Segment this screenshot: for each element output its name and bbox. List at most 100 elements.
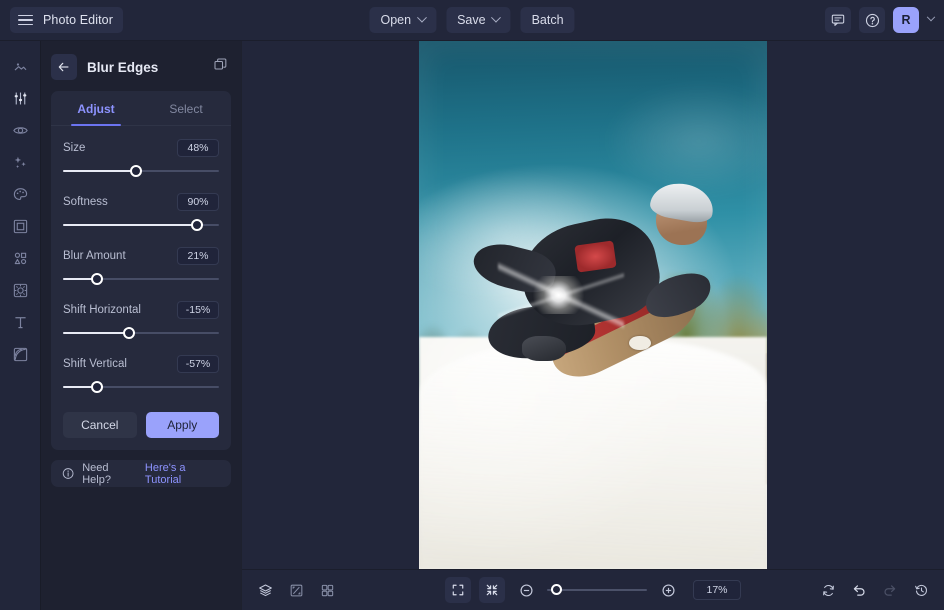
feedback-button[interactable] [825, 7, 851, 33]
hamburger-icon [18, 14, 33, 26]
open-button[interactable]: Open [369, 7, 437, 33]
slider-value-input[interactable]: -57% [177, 355, 219, 373]
slider-track[interactable] [63, 216, 219, 234]
tab-select[interactable]: Select [141, 91, 231, 125]
tool-rail [0, 41, 41, 610]
chevron-down-icon [491, 12, 502, 23]
help-tutorial-banner[interactable]: Need Help? Here's a Tutorial [51, 460, 231, 487]
refresh-icon [822, 584, 834, 596]
zoom-slider-handle[interactable] [550, 584, 562, 595]
slider-value-input[interactable]: 21% [177, 247, 219, 265]
app-title: Photo Editor [43, 13, 113, 27]
slider-handle[interactable] [191, 219, 204, 231]
sidebar-item-adjust[interactable] [5, 83, 35, 113]
sliders-icon [14, 92, 26, 104]
question-circle-icon [865, 13, 879, 27]
slider-label: Shift Vertical [63, 358, 127, 370]
sidebar-item-effects[interactable] [5, 115, 35, 145]
apply-button[interactable]: Apply [145, 412, 219, 438]
zoom-in-button[interactable] [655, 577, 681, 603]
compare-button[interactable] [283, 577, 309, 603]
minus-circle-icon [519, 583, 533, 597]
shapes-icon [14, 252, 26, 264]
sticker-icon [13, 283, 27, 297]
history-button[interactable] [908, 577, 934, 603]
photo-editor-window: Photo Editor Open Save Batch R Blur Edge… [0, 0, 944, 610]
sun-flare-rays [497, 259, 625, 332]
grid-button[interactable] [314, 577, 340, 603]
history-clock-icon [914, 584, 927, 596]
sidebar-item-stickers[interactable] [5, 275, 35, 305]
zoom-slider-track[interactable] [547, 582, 647, 598]
chevron-down-icon [416, 12, 427, 23]
slider-fill [63, 170, 137, 172]
avatar[interactable]: R [893, 7, 919, 33]
canvas-tools-group [252, 577, 340, 603]
sidebar-item-frames[interactable] [5, 211, 35, 241]
chat-bubble-icon [831, 14, 845, 26]
sidebar-item-overlays[interactable] [5, 339, 35, 369]
sidebar-item-color[interactable] [5, 179, 35, 209]
help-button[interactable] [859, 7, 885, 33]
slider-handle[interactable] [122, 327, 135, 339]
collapse-arrows-icon [486, 584, 498, 596]
slider-track[interactable] [63, 324, 219, 342]
slider-size: Size 48% [63, 139, 219, 180]
slider-track[interactable] [63, 378, 219, 396]
plus-circle-icon [661, 583, 675, 597]
sidebar-item-shapes[interactable] [5, 243, 35, 273]
zoom-controls-group: 17% [445, 577, 741, 603]
slider-value-input[interactable]: 90% [177, 193, 219, 211]
layers-icon [258, 583, 272, 596]
save-button[interactable]: Save [446, 7, 511, 33]
copy-layers-icon [214, 58, 227, 70]
slider-value-input[interactable]: 48% [177, 139, 219, 157]
slider-handle[interactable] [91, 381, 104, 393]
batch-button[interactable]: Batch [520, 7, 575, 33]
chevron-down-icon[interactable] [926, 12, 936, 22]
skater-shoe [522, 335, 566, 361]
slider-track[interactable] [63, 270, 219, 288]
sparkles-icon [14, 156, 26, 168]
slider-softness: Softness 90% [63, 193, 219, 234]
panel-header: Blur Edges [51, 51, 231, 83]
sidebar-item-enhance[interactable] [5, 147, 35, 177]
photo-canvas[interactable] [419, 41, 767, 569]
back-button[interactable] [51, 54, 77, 80]
zoom-level-input[interactable]: 17% [693, 580, 741, 600]
cloud-layer [603, 83, 767, 200]
frame-icon [13, 219, 27, 233]
reset-button[interactable] [815, 577, 841, 603]
app-menu-button[interactable]: Photo Editor [10, 7, 123, 33]
layers-button[interactable] [252, 577, 278, 603]
slider-handle[interactable] [91, 273, 104, 285]
slider-label: Softness [63, 196, 108, 208]
help-text: Need Help? [82, 461, 111, 486]
slider-fill [63, 332, 129, 334]
page-title: Blur Edges [87, 59, 159, 75]
slider-shift-vertical: Shift Vertical -57% [63, 355, 219, 396]
arrow-left-icon [58, 62, 69, 72]
redo-button[interactable] [877, 577, 903, 603]
tool-panel: Blur Edges Adjust Select Size 48% Softne… [41, 41, 241, 610]
actual-size-button[interactable] [479, 577, 505, 603]
slider-label: Size [63, 142, 86, 154]
tab-adjust[interactable]: Adjust [51, 91, 141, 126]
slider-value-input[interactable]: -15% [177, 301, 219, 319]
slider-fill [63, 224, 198, 226]
palette-icon [13, 187, 27, 200]
file-actions-group: Open Save Batch [369, 7, 575, 33]
canvas-area[interactable] [242, 41, 944, 569]
duplicate-layer-button[interactable] [210, 54, 231, 80]
cancel-button[interactable]: Cancel [63, 412, 137, 438]
slider-track[interactable] [63, 162, 219, 180]
undo-button[interactable] [846, 577, 872, 603]
slider-blur-amount: Blur Amount 21% [63, 247, 219, 288]
zoom-out-button[interactable] [513, 577, 539, 603]
sidebar-item-image[interactable] [5, 51, 35, 81]
account-actions-group: R [825, 7, 936, 33]
sidebar-item-text[interactable] [5, 307, 35, 337]
tutorial-link[interactable]: Here's a Tutorial [145, 462, 220, 486]
fit-to-screen-button[interactable] [445, 577, 471, 603]
slider-handle[interactable] [130, 165, 143, 177]
